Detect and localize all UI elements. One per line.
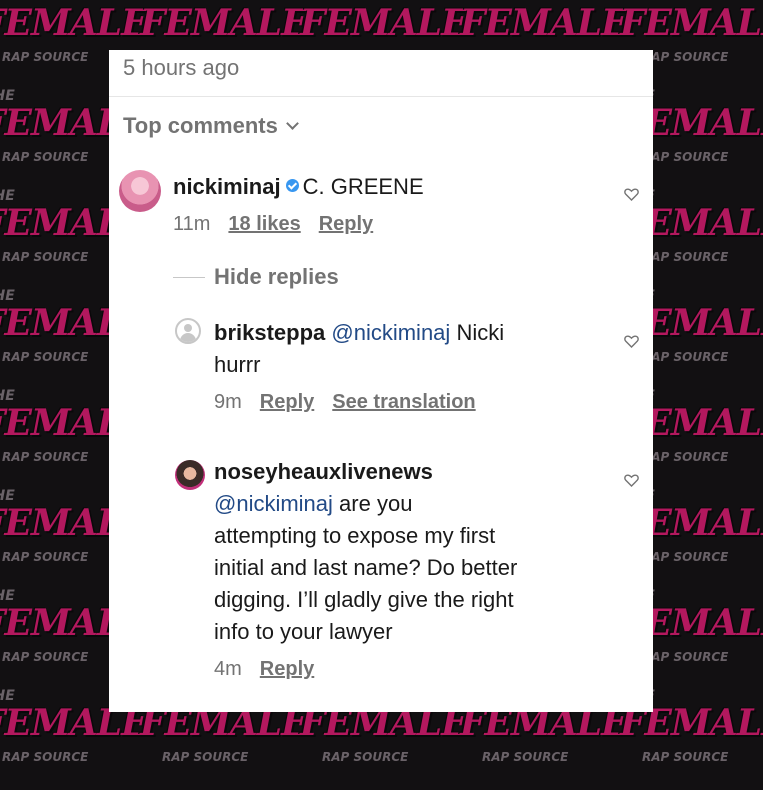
comment-username[interactable]: nickiminaj bbox=[173, 174, 281, 199]
reply-username[interactable]: briksteppa bbox=[214, 320, 325, 345]
avatar[interactable] bbox=[119, 170, 161, 212]
reply-text: noseyheauxlivenews @nickiminaj are you a… bbox=[214, 456, 517, 648]
like-heart-icon[interactable] bbox=[624, 474, 639, 487]
post-timestamp: 5 hours ago bbox=[123, 55, 240, 80]
comment-time: 11m bbox=[173, 213, 211, 235]
reply-button[interactable]: Reply bbox=[319, 213, 373, 235]
verified-badge-icon bbox=[285, 179, 299, 192]
avatar[interactable] bbox=[175, 460, 205, 490]
see-translation-button[interactable]: See translation bbox=[332, 391, 475, 413]
hide-replies-button[interactable]: Hide replies bbox=[214, 264, 339, 290]
top-comments-dropdown[interactable]: Top comments bbox=[123, 113, 299, 139]
like-heart-icon[interactable] bbox=[624, 188, 639, 201]
reply-body: are you bbox=[339, 491, 413, 516]
reply-body: digging. I’ll gladly give the right bbox=[214, 587, 514, 612]
reply-body: info to your lawyer bbox=[214, 619, 393, 644]
reply-body: initial and last name? Do better bbox=[214, 555, 518, 580]
reply-body: Nicki bbox=[456, 320, 505, 345]
reply-text: briksteppa @nickiminaj Nicki hurrr bbox=[214, 317, 504, 381]
reply-button[interactable]: Reply bbox=[260, 391, 314, 413]
comment-text: nickiminaj C. GREENE bbox=[173, 171, 424, 203]
reply-meta: 9m Reply See translation bbox=[214, 391, 494, 414]
avatar[interactable] bbox=[175, 318, 201, 344]
reply-username[interactable]: noseyheauxlivenews bbox=[214, 459, 433, 484]
reply-time: 4m bbox=[214, 658, 242, 680]
divider bbox=[109, 96, 653, 97]
mention-link[interactable]: @nickiminaj bbox=[331, 320, 450, 345]
reply-time: 9m bbox=[214, 391, 242, 413]
comment-meta: 11m 18 likes Reply bbox=[173, 213, 391, 236]
reply-body: hurrr bbox=[214, 352, 261, 377]
comments-panel: 5 hours ago Top comments nickiminaj C. GR… bbox=[109, 50, 653, 712]
like-heart-icon[interactable] bbox=[624, 335, 639, 348]
reply-button[interactable]: Reply bbox=[260, 658, 314, 680]
reply-meta: 4m Reply bbox=[214, 658, 332, 681]
top-comments-label: Top comments bbox=[123, 113, 278, 138]
chevron-down-icon bbox=[285, 117, 299, 130]
reply-body: attempting to expose my first bbox=[214, 523, 496, 548]
replies-line bbox=[173, 277, 205, 278]
mention-link[interactable]: @nickiminaj bbox=[214, 491, 333, 516]
likes-link[interactable]: 18 likes bbox=[228, 213, 300, 235]
comment-body: C. GREENE bbox=[302, 174, 424, 199]
